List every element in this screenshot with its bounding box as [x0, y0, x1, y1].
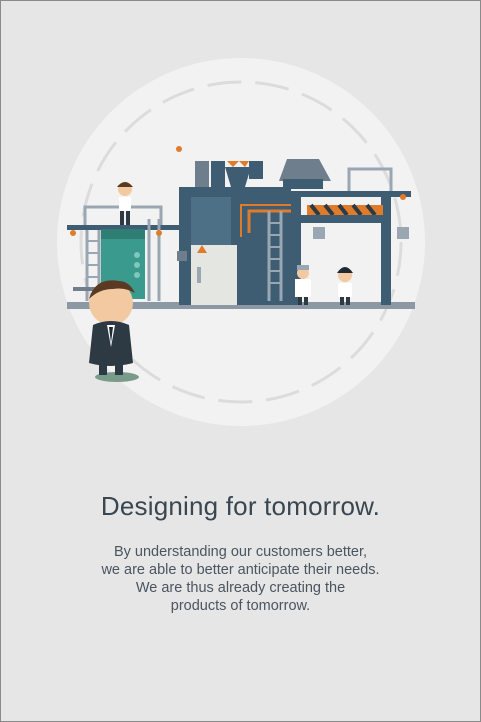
onboarding-description: By understanding our customers better, w…	[61, 543, 420, 615]
factory-illustration	[57, 58, 425, 426]
description-line: we are able to better anticipate their n…	[101, 562, 380, 578]
description-line: By understanding our customers better,	[113, 544, 368, 560]
description-line: We are thus already creating the	[135, 580, 346, 596]
description-line: products of tomorrow.	[170, 598, 311, 614]
onboarding-screen: Designing for tomorrow. By understanding…	[0, 0, 481, 722]
onboarding-title: Designing for tomorrow.	[100, 491, 381, 521]
